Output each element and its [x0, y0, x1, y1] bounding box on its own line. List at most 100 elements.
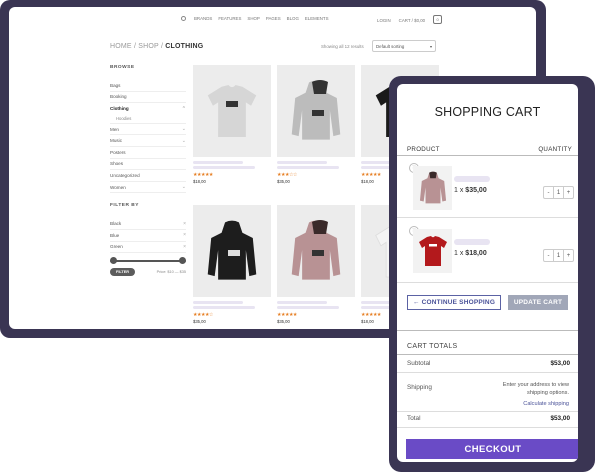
sidebar-item-shoes[interactable]: Shoes [110, 159, 186, 171]
sidebar-item-clothing[interactable]: Clothing ⌃ [110, 103, 186, 115]
quantity-stepper[interactable]: - 1 + [543, 186, 574, 199]
product-title-placeholder [193, 306, 255, 309]
cart-count: 0 [436, 17, 439, 22]
breadcrumb-home[interactable]: HOME [110, 43, 132, 50]
product-rating: ★★★★★ [193, 172, 213, 178]
cart-icon[interactable]: 0 [433, 15, 443, 24]
sidebar-item-posters[interactable]: Posters [110, 147, 186, 159]
sidebar-item-label: Booking [110, 94, 127, 100]
shipping-note: Enter your address to view shipping opti… [502, 382, 569, 396]
cart-item-price: $18,00 [465, 250, 487, 257]
filter-green[interactable]: Green × [110, 242, 186, 254]
subtotal-label: Subtotal [407, 360, 431, 367]
divider [397, 155, 578, 156]
chevron-down-icon: ▾ [429, 44, 432, 49]
divider [397, 427, 578, 428]
qty-prefix: 1 x [454, 250, 466, 257]
sidebar-item-bags[interactable]: Bags [110, 80, 186, 92]
chevron-down-icon[interactable]: ⌄ [182, 126, 186, 132]
cart-item-image[interactable] [413, 166, 452, 210]
product-title-placeholder [277, 166, 339, 169]
close-icon[interactable]: × [183, 244, 186, 250]
hoodie-black-icon [206, 220, 258, 282]
sort-select[interactable]: Default sorting ▾ [372, 40, 436, 52]
filter-button[interactable]: FILTER [110, 268, 136, 277]
price-slider-min-handle[interactable] [110, 257, 117, 265]
nav-brands[interactable]: BRANDS [194, 16, 212, 21]
shopping-cart-panel: SHOPPING CART PRODUCT QUANTITY × 1 x $35… [397, 84, 578, 462]
sidebar-item-men[interactable]: Men ⌄ [110, 124, 186, 136]
product-image[interactable] [277, 65, 355, 157]
quantity-input[interactable]: 1 [553, 187, 564, 198]
product-card[interactable]: ★★★★☆ $35,00 [193, 205, 271, 324]
quantity-plus-button[interactable]: + [564, 187, 573, 198]
chevron-up-icon[interactable]: ⌃ [182, 106, 186, 112]
calculate-shipping-link[interactable]: Calculate shipping [497, 401, 569, 407]
quantity-minus-button[interactable]: - [544, 187, 553, 198]
divider [397, 330, 578, 331]
sidebar-item-label: Hoodies [116, 116, 132, 122]
cart-item-image[interactable] [413, 229, 452, 273]
cart-window: SHOPPING CART PRODUCT QUANTITY × 1 x $35… [389, 76, 595, 472]
chevron-down-icon[interactable]: ⌄ [182, 138, 186, 144]
sidebar-item-uncategorized[interactable]: Uncategorized [110, 170, 186, 182]
total-value: $53,00 [550, 415, 570, 422]
update-cart-button[interactable]: UPDATE CART [508, 295, 568, 310]
hoodie-gray-icon [290, 80, 342, 142]
breadcrumb-current: CLOTHING [165, 43, 204, 50]
product-image[interactable] [193, 205, 271, 297]
price-slider-max-handle[interactable] [179, 257, 186, 265]
product-card[interactable]: ★★★☆☆ $35,00 [277, 65, 355, 184]
checkout-button[interactable]: CHECKOUT [406, 439, 578, 459]
page-title: SHOPPING CART [434, 105, 541, 119]
product-title-placeholder [277, 161, 327, 164]
sidebar-item-label: Women [110, 184, 126, 190]
sidebar-item-booking[interactable]: Booking [110, 92, 186, 104]
breadcrumb-shop[interactable]: SHOP [138, 43, 159, 50]
product-rating: ★★★★☆ [193, 312, 213, 318]
breadcrumb-sep: / [160, 43, 164, 50]
nav-blog[interactable]: BLOG [287, 16, 299, 21]
sidebar: BROWSE Bags Booking Clothing ⌃ Hoodies Me… [110, 65, 186, 277]
nav-pages[interactable]: PAGES [266, 16, 281, 21]
qty-prefix: 1 x [454, 187, 466, 194]
search-icon[interactable] [181, 16, 186, 21]
nav-features[interactable]: FEATURES [218, 16, 241, 21]
nav-login[interactable]: LOGIN [377, 18, 391, 23]
nav-elements[interactable]: ELEMENTS [305, 16, 329, 21]
price-range: Price: $10 — $35 [156, 270, 186, 275]
price-slider[interactable] [110, 257, 186, 265]
sidebar-item-label: Posters [110, 149, 126, 155]
close-icon[interactable]: × [183, 232, 186, 238]
divider [397, 217, 578, 218]
product-price: $35,00 [277, 179, 290, 184]
continue-shopping-button[interactable]: ← CONTINUE SHOPPING [407, 295, 501, 310]
filter-label: Blue [110, 232, 120, 238]
nav-cart[interactable]: CART / $0,00 [399, 18, 425, 23]
filter-label: Black [110, 221, 122, 227]
tshirt-white-icon [206, 83, 258, 139]
cart-item-price-line: 1 x $18,00 [454, 250, 487, 257]
sidebar-item-women[interactable]: Women ⌄ [110, 182, 186, 194]
nav-shop[interactable]: SHOP [247, 16, 259, 21]
close-icon[interactable]: × [183, 221, 186, 227]
sidebar-item-music[interactable]: Music ⌄ [110, 135, 186, 147]
quantity-minus-button[interactable]: - [544, 250, 553, 261]
filter-blue[interactable]: Blue × [110, 230, 186, 242]
quantity-input[interactable]: 1 [553, 250, 564, 261]
sidebar-item-label: Bags [110, 82, 121, 88]
browse-heading: BROWSE [110, 65, 135, 70]
divider [397, 411, 578, 412]
filter-black[interactable]: Black × [110, 218, 186, 230]
product-card[interactable]: ★★★★★ $18,00 [193, 65, 271, 184]
quantity-plus-button[interactable]: + [564, 250, 573, 261]
chevron-down-icon[interactable]: ⌄ [182, 184, 186, 190]
result-count: Showing all 12 results [321, 44, 364, 49]
product-image[interactable] [193, 65, 271, 157]
product-image[interactable] [277, 205, 355, 297]
quantity-stepper[interactable]: - 1 + [543, 249, 574, 262]
sidebar-item-label: Shoes [110, 161, 124, 167]
sidebar-item-hoodies[interactable]: Hoodies [110, 115, 186, 124]
product-title-placeholder [193, 161, 243, 164]
product-card[interactable]: ★★★★★ $35,00 [277, 205, 355, 324]
